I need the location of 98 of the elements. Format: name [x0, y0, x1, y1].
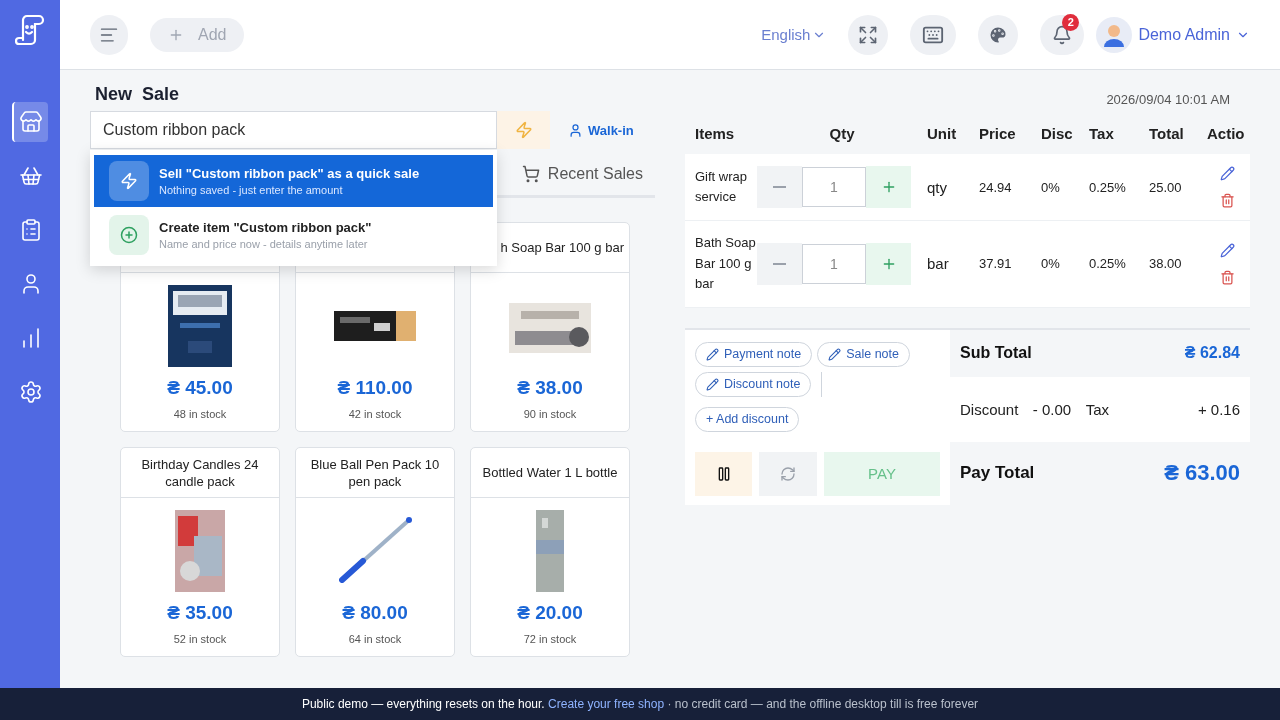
item-name: Bath Soap Bar 100 g bar: [695, 234, 757, 293]
basket-icon: [19, 164, 43, 188]
column-header: Items: [695, 125, 736, 142]
recent-sales-tab[interactable]: Recent Sales: [509, 155, 655, 198]
product-price: ₴ 38.00: [516, 377, 584, 399]
price-cell-text: 37.91: [979, 256, 1013, 272]
price-cell-text: 24.94: [979, 179, 1013, 195]
demo-notice: Public demo — everything resets on the hour. Create your free shop · no credit card — and the offline desktop till is free forever: [301, 697, 979, 711]
product-price: ₴ 45.00: [166, 377, 234, 399]
note-button[interactable]: Payment note: [695, 341, 813, 367]
create-shop-link[interactable]: Create your free shop: [548, 697, 665, 711]
suggestion-title: Sell "Custom ribbon pack" as a quick sale: [159, 166, 420, 181]
unit-cell-text: qty: [927, 178, 948, 196]
column-header: Price: [979, 125, 1017, 142]
plus-circle-icon: [120, 226, 138, 244]
product-name: Birthday Candles 24 candle pack: [140, 455, 260, 490]
minus-icon: [773, 186, 786, 188]
scroll-logo-icon: [15, 14, 45, 46]
user-menu[interactable]: Demo Admin: [1096, 16, 1250, 53]
delete-icon[interactable]: [1219, 193, 1235, 208]
suggestion-item[interactable]: Sell "Custom ribbon pack" as a quick sale Nothing saved - just enter the amount: [94, 155, 493, 207]
product-card[interactable]: Birthday Candles 24 candle pack ₴ 35.00 52 in stock: [120, 447, 280, 657]
subtotal-value: ₴ 62.84: [1184, 344, 1240, 362]
column-header: Total: [1149, 125, 1185, 142]
page-title: New Sale: [94, 84, 181, 106]
note-button[interactable]: Sale note: [817, 341, 910, 367]
lightning-icon: [514, 121, 533, 139]
search-field[interactable]: Custom ribbon pack: [90, 111, 497, 149]
edit-icon[interactable]: [1219, 242, 1235, 258]
settings-icon: [19, 380, 43, 404]
pay-total-value: ₴ 63.00: [1164, 460, 1240, 486]
tax-cell-text: 0.25%: [1089, 256, 1127, 272]
total-cell-text: 25.00: [1149, 179, 1183, 195]
product-card[interactable]: Blue Ball Pen Pack 10 pen pack ₴ 80.00 64 in stock: [295, 447, 455, 657]
stock-count: 72 in stock: [522, 633, 578, 645]
unit-cell-text: bar: [927, 255, 950, 273]
stock-count: 64 in stock: [347, 633, 403, 645]
delete-icon[interactable]: [1219, 269, 1235, 285]
cart-icon: [521, 165, 540, 183]
product-price: ₴ 35.00: [166, 602, 234, 624]
product-name: h Soap Bar 100 g bar: [500, 239, 624, 256]
note-button[interactable]: Discount note: [695, 371, 812, 397]
keyboard-button[interactable]: [910, 14, 957, 55]
product-price: ₴ 110.00: [336, 377, 414, 399]
add-discount-button[interactable]: + Add discount: [695, 406, 800, 432]
pencil-icon: [706, 377, 719, 391]
bell-icon: [1052, 24, 1073, 45]
reset-button[interactable]: [759, 451, 817, 496]
minus-icon: [773, 262, 786, 265]
subtotal-label: Sub Total: [960, 344, 1032, 362]
quantity-field[interactable]: 1: [802, 243, 866, 284]
store-icon: [19, 110, 43, 134]
item-name: Gift wrap service: [695, 167, 748, 206]
tax-value: + 0.16: [1197, 400, 1240, 418]
discount-cell-text: 0%: [1041, 179, 1061, 195]
edit-icon[interactable]: [1219, 166, 1235, 181]
product-card[interactable]: Bottled Water 1 L bottle ₴ 20.00 72 in stock: [470, 447, 630, 657]
hold-button[interactable]: [695, 451, 752, 496]
notification-count: 2: [1062, 13, 1080, 31]
stock-count: 48 in stock: [172, 408, 228, 420]
avatar-icon: [1096, 16, 1133, 53]
palette-icon: [988, 24, 1009, 45]
discount-label: Discount: [960, 400, 1019, 418]
tax-cell-text: 0.25%: [1089, 179, 1127, 195]
discount-cell-text: 0%: [1041, 256, 1061, 272]
suggestion-subtitle: Nothing saved - just enter the amount: [159, 184, 344, 196]
clipboard-icon: [19, 218, 43, 242]
stock-count: 52 in stock: [172, 633, 228, 645]
column-header: Qty: [828, 125, 856, 142]
user-icon: [568, 122, 583, 138]
quantity-field[interactable]: 1: [802, 167, 866, 207]
product-price: ₴ 80.00: [341, 602, 409, 624]
pencil-icon: [706, 347, 719, 361]
total-cell-text: 38.00: [1149, 256, 1183, 272]
language-selector[interactable]: English: [761, 26, 827, 43]
notifications-button[interactable]: 2: [1040, 14, 1085, 55]
tax-label: Tax: [1085, 400, 1109, 418]
discount-value: - 0.00: [1032, 400, 1072, 418]
menu-button[interactable]: [90, 14, 128, 55]
stock-count: 90 in stock: [522, 408, 578, 420]
column-header: Actio: [1207, 125, 1246, 142]
lightning-icon: [120, 172, 138, 190]
stock-count: 42 in stock: [347, 408, 403, 420]
user-name: Demo Admin: [1138, 25, 1230, 44]
pencil-icon: [828, 347, 842, 361]
refresh-icon: [780, 465, 796, 482]
customer-link[interactable]: Walk-in: [568, 122, 634, 138]
column-header: Disc: [1041, 125, 1074, 142]
expand-icon: [858, 24, 879, 45]
product-price: ₴ 20.00: [516, 602, 584, 624]
column-header: Tax: [1089, 125, 1115, 142]
product-name: Blue Ball Pen Pack 10 pen pack: [309, 455, 441, 490]
pay-total-label: Pay Total: [960, 463, 1035, 483]
sidebar-item[interactable]: [12, 102, 48, 142]
product-card[interactable]: h Soap Bar 100 g bar ₴ 38.00 90 in stock: [470, 222, 630, 432]
product-name: Bottled Water 1 L bottle: [482, 464, 618, 481]
sale-date: 2026/09/04 10:01 AM: [1106, 92, 1230, 107]
column-header: Unit: [927, 125, 958, 142]
